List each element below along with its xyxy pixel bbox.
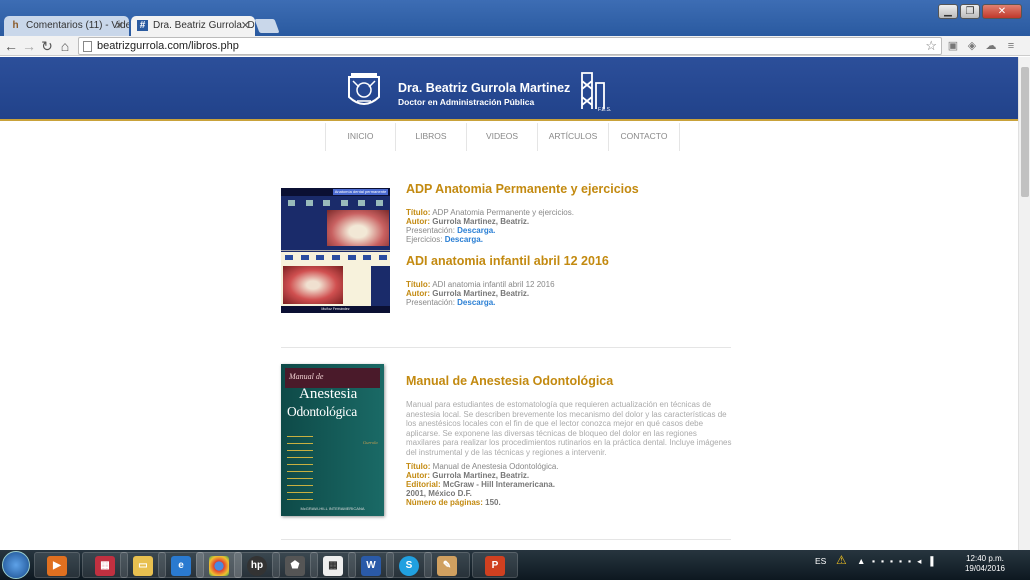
divider xyxy=(281,347,731,348)
divider xyxy=(281,539,731,540)
close-window-button[interactable]: ✕ xyxy=(982,4,1022,19)
cover-line1: Manual de xyxy=(289,372,324,381)
cover-line3: Odontológica xyxy=(287,404,357,419)
close-icon[interactable]: ✕ xyxy=(241,19,250,32)
cover-line2: Anestesia xyxy=(299,386,358,402)
address-bar[interactable]: beatrizgurrola.com/libros.php ☆ xyxy=(78,37,942,55)
browser-titlebar: h Comentarios (11) - Videos ✕ # Dra. Bea… xyxy=(0,0,1030,36)
maximize-button[interactable]: ❐ xyxy=(960,4,980,19)
fes-logo-icon: F.E.S. xyxy=(581,72,611,113)
powerpoint-icon: P xyxy=(485,556,505,576)
back-icon[interactable]: ← xyxy=(2,37,20,55)
download-link[interactable]: Descarga. xyxy=(457,298,495,307)
taskbar: ▶ ▦ ▭ e hp ⬟ ▦ W S ✎ P ES ⚠ ▲ ▪▪▪▪▪◂▐ 12… xyxy=(0,550,1030,580)
forward-icon[interactable]: → xyxy=(20,37,38,55)
manual-cover-image[interactable]: Manual de Anestesia Odontológica Gurrola… xyxy=(281,364,384,516)
page-viewport: Dra. Beatriz Gurrola Martinez Doctor en … xyxy=(0,57,1018,550)
menu-item-articulos[interactable]: ARTÍCULOS xyxy=(538,123,609,151)
site-subtitle: Doctor en Administración Pública xyxy=(398,97,535,107)
close-icon[interactable]: ✕ xyxy=(115,19,124,32)
adp-cover-image[interactable]: Anatomía dental permanente Muñoz Fernánd… xyxy=(281,188,390,313)
tab-title: Comentarios (11) - Videos xyxy=(26,20,129,31)
bookmark-star-icon[interactable]: ☆ xyxy=(925,38,937,54)
page-icon xyxy=(83,41,92,52)
warning-icon[interactable]: ⚠ xyxy=(836,553,847,567)
book-meta-adp: Título: ADP Anatomia Permanente y ejerci… xyxy=(406,208,574,244)
book-title-manual[interactable]: Manual de Anestesia Odontológica xyxy=(406,374,613,388)
extension-icon[interactable]: ▣ xyxy=(945,38,961,54)
scrollbar-thumb[interactable] xyxy=(1021,67,1029,197)
unam-logo-icon xyxy=(348,73,380,105)
minimize-button[interactable]: ▁ xyxy=(938,4,958,19)
language-indicator[interactable]: ES xyxy=(815,556,826,566)
taskbar-paint[interactable]: ✎ xyxy=(424,552,470,578)
book-meta-manual: Título: Manual de Anestesia Odontológica… xyxy=(406,462,559,507)
download-link[interactable]: Descarga. xyxy=(445,235,483,244)
taskbar-powerpoint[interactable]: P xyxy=(472,552,518,578)
show-hidden-icon[interactable]: ▲ xyxy=(857,556,865,566)
new-tab-button[interactable] xyxy=(254,19,280,33)
start-button[interactable] xyxy=(2,551,30,579)
grid-icon: ▦ xyxy=(323,556,343,576)
menu-item-videos[interactable]: VIDEOS xyxy=(467,123,538,151)
book-meta-adi: Título: ADI anatomia infantil abril 12 2… xyxy=(406,280,555,307)
word-icon: W xyxy=(361,556,381,576)
book-description: Manual para estudiantes de estomatología… xyxy=(406,400,732,457)
browser-toolbar: ← → ↻ ⌂ beatrizgurrola.com/libros.php ☆ … xyxy=(0,36,1030,56)
tab-title: Dra. Beatriz Gurrola: Doct xyxy=(153,20,255,31)
fes-logo-text: F.E.S. xyxy=(598,107,611,113)
site-name: Dra. Beatriz Gurrola Martinez xyxy=(398,81,571,95)
main-menu: INICIO LIBROS VIDEOS ARTÍCULOS CONTACTO xyxy=(325,123,680,151)
menu-item-contacto[interactable]: CONTACTO xyxy=(609,123,680,151)
adp-cover-footer: Muñoz Fernández xyxy=(281,306,390,313)
tab-gurrola[interactable]: # Dra. Beatriz Gurrola: Doct ✕ xyxy=(131,16,255,36)
skype-icon: S xyxy=(399,556,419,576)
cover-author: Gurrola xyxy=(363,440,378,445)
book-title-adp[interactable]: ADP Anatomia Permanente y ejercicios xyxy=(406,182,639,196)
cover-publisher: McGRAW-HILL INTERAMERICANA xyxy=(300,506,365,511)
cloud-icon[interactable]: ☁ xyxy=(983,38,999,54)
site-header: Dra. Beatriz Gurrola Martinez Doctor en … xyxy=(0,57,1018,121)
tab-favicon-icon: # xyxy=(137,20,148,31)
tab-favicon-icon: h xyxy=(12,20,19,31)
app-icon: ⬟ xyxy=(285,556,305,576)
app-icon: ▦ xyxy=(95,556,115,576)
menu-icon[interactable]: ≡ xyxy=(1003,38,1019,54)
home-icon[interactable]: ⌂ xyxy=(56,37,74,55)
chrome-icon xyxy=(209,556,229,576)
clock[interactable]: 12:40 p.m. 19/04/2016 xyxy=(962,554,1008,574)
scrollbar[interactable] xyxy=(1018,57,1030,550)
book-title-adi[interactable]: ADI anatomia infantil abril 12 2016 xyxy=(406,254,609,268)
download-link[interactable]: Descarga. xyxy=(457,226,495,235)
menu-item-inicio[interactable]: INICIO xyxy=(325,123,396,151)
menu-item-libros[interactable]: LIBROS xyxy=(396,123,467,151)
paint-icon: ✎ xyxy=(437,556,457,576)
folder-icon: ▭ xyxy=(133,556,153,576)
reload-icon[interactable]: ↻ xyxy=(38,37,56,55)
adp-cover-header: Anatomía dental permanente xyxy=(333,189,388,195)
hp-icon: hp xyxy=(247,556,267,576)
dropbox-icon[interactable]: ◈ xyxy=(964,38,980,54)
ie-icon: e xyxy=(171,556,191,576)
tab-comentarios[interactable]: h Comentarios (11) - Videos ✕ xyxy=(4,16,129,36)
url-text: beatrizgurrola.com/libros.php xyxy=(97,40,239,52)
media-player-icon: ▶ xyxy=(47,556,67,576)
tray-icons[interactable]: ▪▪▪▪▪◂▐ xyxy=(872,556,939,567)
taskbar-media-player[interactable]: ▶ xyxy=(34,552,80,578)
